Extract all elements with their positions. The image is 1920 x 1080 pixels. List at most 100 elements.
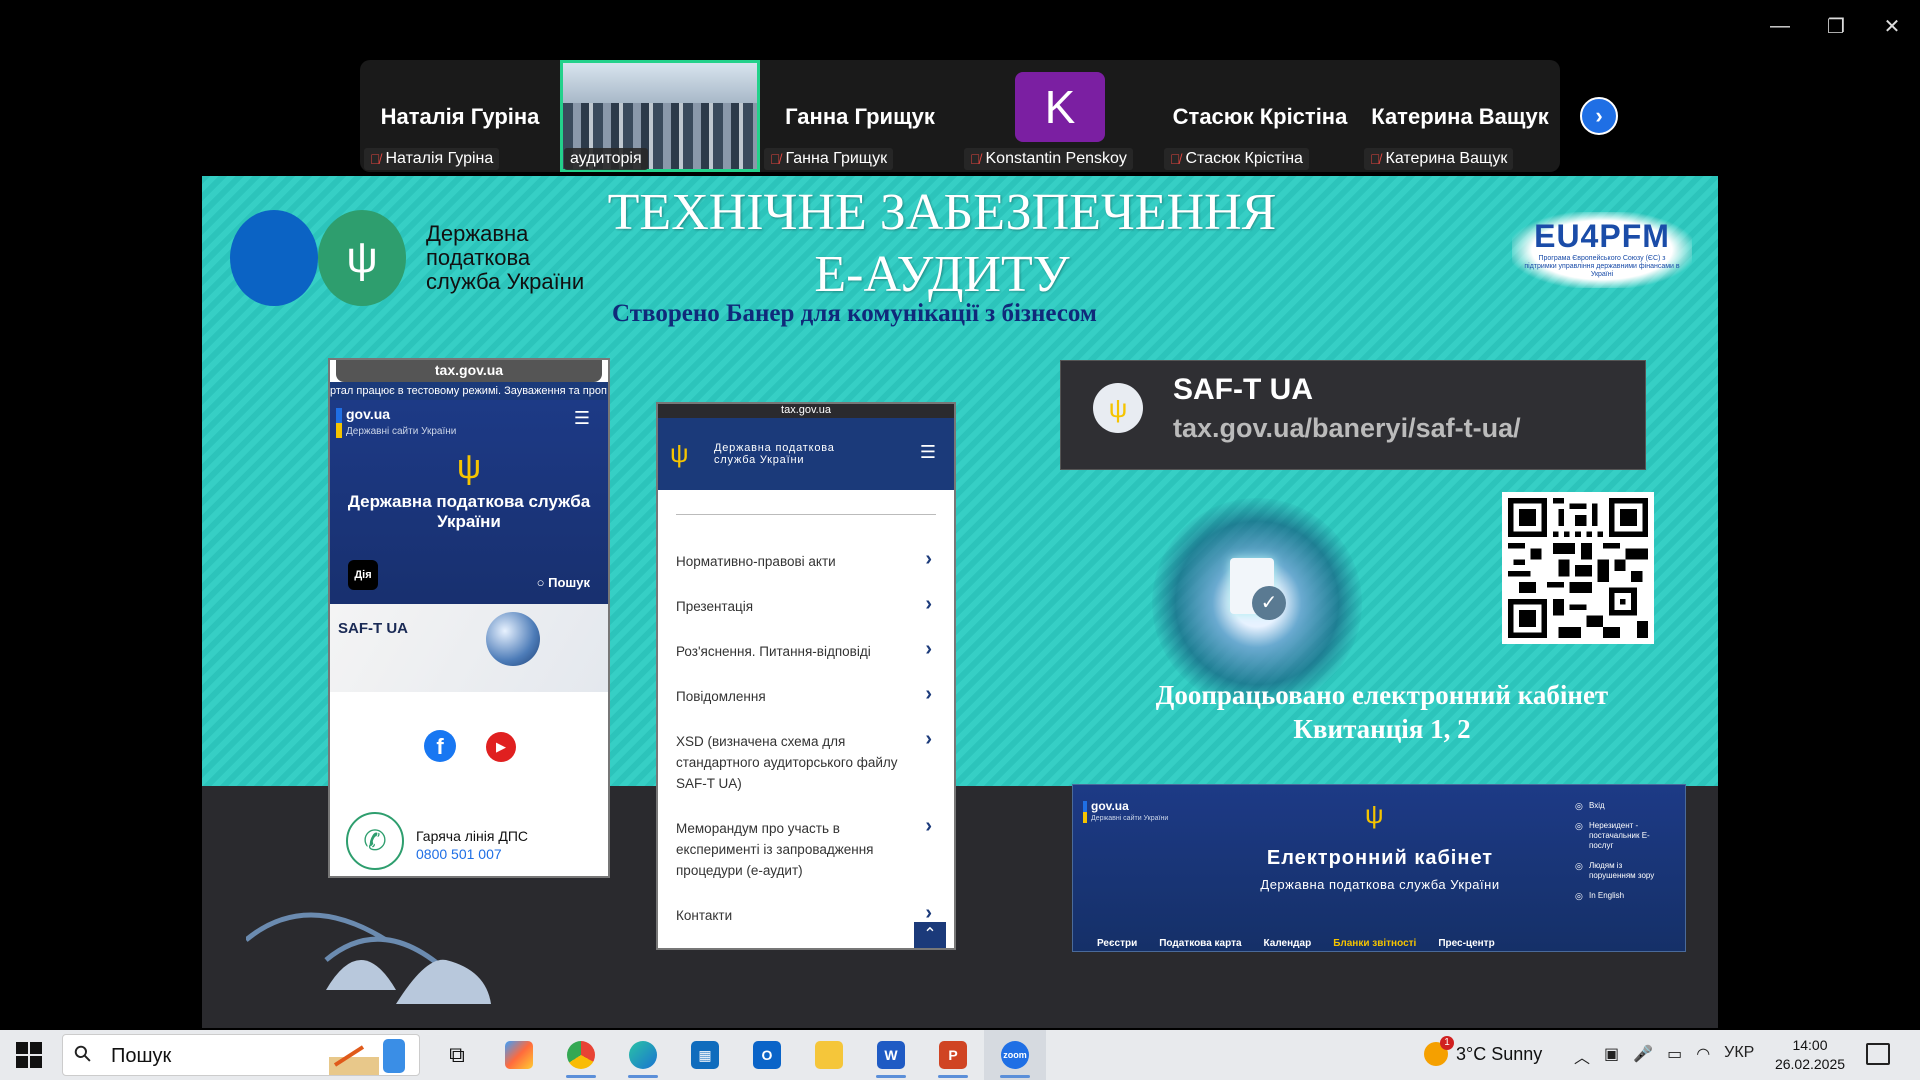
participant-label: 🎙̸ Konstantin Penskoy (964, 148, 1133, 170)
news-ticker: ртал працює в тестовому режимі. Зауважен… (330, 382, 608, 400)
language-indicator[interactable]: УКР (1724, 1044, 1754, 1068)
search-icon: ⚲ (68, 1039, 98, 1069)
chrome-icon[interactable] (550, 1030, 612, 1080)
camera-icon[interactable]: ▣ (1604, 1044, 1619, 1068)
system-tray: ︿ ▣ 🎤 ▭ ◠ УКР (1574, 1044, 1754, 1068)
sun-icon: 1 (1424, 1036, 1454, 1066)
saft-banner-title: SAF-T UA (338, 620, 408, 637)
participant-label: 🎙̸ Ганна Грищук (764, 148, 894, 170)
participant-label: 🎙̸ Стасюк Крістіна (1164, 148, 1309, 170)
slide-title-line: Е-АУДИТУ (814, 246, 1070, 303)
microsoft-store-icon[interactable]: ▦ (674, 1030, 736, 1080)
decorative-arcs (246, 912, 491, 1004)
site-search: ○ Пошук (537, 575, 590, 590)
search-icon: ○ (536, 575, 549, 590)
participants-strip: Наталія Гуріна 🎙̸ Наталія Гуріна аудиторі… (360, 60, 1560, 172)
participant-label-text: Катерина Ващук (1385, 150, 1508, 167)
participant-label-text: Наталія Гуріна (385, 150, 494, 167)
close-icon[interactable]: ✕ (1864, 8, 1920, 44)
cabinet-side-link: In English (1575, 891, 1671, 901)
powerpoint-icon[interactable]: P (922, 1030, 984, 1080)
clock[interactable]: 14:00 26.02.2025 (1774, 1036, 1846, 1074)
participant-tile[interactable]: Наталія Гуріна 🎙̸ Наталія Гуріна (360, 60, 560, 172)
microphone-icon[interactable]: 🎤 (1633, 1044, 1653, 1068)
menu-item: Презентація (676, 594, 936, 617)
taskbar-search-text: Пошук (111, 1045, 172, 1067)
trident-icon: ψ (670, 438, 689, 468)
saft-title: SAF-T UA (1173, 373, 1313, 406)
site-search-label: Пошук (548, 575, 590, 590)
file-explorer-icon[interactable] (798, 1030, 860, 1080)
wifi-icon[interactable]: ◠ (1696, 1044, 1710, 1068)
cabinet-side-links: Вхід Нерезидент - постачальник Е-послуг … (1575, 801, 1671, 911)
clock-time: 14:00 (1792, 1037, 1828, 1053)
zoom-icon[interactable]: zoom (984, 1030, 1046, 1080)
mic-muted-icon: 🎙̸ (1170, 151, 1181, 167)
participant-tile-video[interactable]: аудиторія (560, 60, 760, 172)
next-page-button[interactable]: › (1580, 97, 1618, 135)
qr-code-graphic (1508, 498, 1648, 638)
battery-icon[interactable]: ▭ (1667, 1044, 1682, 1068)
slide-title-line: ТЕХНІЧНЕ ЗАБЕЗПЕЧЕННЯ (607, 184, 1277, 241)
slide-title: ТЕХНІЧНЕ ЗАБЕЗПЕЧЕННЯ Е-АУДИТУ (602, 182, 1282, 306)
participant-tile[interactable]: K 🎙̸ Konstantin Penskoy (960, 60, 1160, 172)
participant-tile[interactable]: Ганна Грищук 🎙̸ Ганна Грищук (760, 60, 960, 172)
globe-icon (486, 612, 540, 666)
logo-line: служба України (426, 269, 585, 294)
saft-banner: SAF-T UA (330, 604, 608, 692)
cabinet-note: Доопрацьовано електронний кабінет Квитан… (1062, 678, 1702, 746)
document-check-illustration: ✓ (1152, 498, 1362, 708)
menu-item: Повідомлення (676, 684, 936, 707)
menu-item: Контакти (676, 903, 936, 926)
cabinet-nav-item: Прес-центр (1438, 938, 1495, 949)
avatar: K (1015, 72, 1105, 142)
participant-name: Катерина Ващук (1371, 104, 1549, 129)
notification-icon[interactable] (1866, 1043, 1890, 1065)
restore-icon[interactable]: ❐ (1808, 8, 1864, 44)
weather-badge: 1 (1440, 1036, 1454, 1050)
diia-icon: Дія (348, 560, 378, 590)
taskbar-search[interactable]: ⚲ Пошук (62, 1034, 420, 1076)
saft-link-box: ψ SAF-T UA tax.gov.ua/baneryi/saf-t-ua/ (1060, 360, 1646, 470)
eu-logo-caption: Програма Європейського Союзу (ЄС) з підт… (1524, 255, 1680, 278)
cabinet-side-link: Вхід (1575, 801, 1671, 811)
trident-icon: ψ (318, 210, 406, 306)
outlook-icon[interactable]: O (736, 1030, 798, 1080)
cabinet-nav: Реєстри Податкова карта Календар Бланки … (1097, 938, 1495, 949)
browser-url: tax.gov.ua (658, 404, 954, 418)
gov-logo: gov.ua (346, 406, 391, 422)
copilot-icon[interactable] (488, 1030, 550, 1080)
cabinet-note-line: Доопрацьовано електронний кабінет (1155, 680, 1609, 710)
windows-start-button[interactable] (16, 1042, 42, 1068)
chevron-up-icon[interactable]: ︿ (1574, 1044, 1590, 1068)
weather-widget[interactable]: 1 3°C Sunny (1424, 1036, 1542, 1066)
participant-name: Стасюк Крістіна (1172, 104, 1348, 129)
mic-muted-icon: 🎙̸ (370, 151, 381, 167)
logo-circle-blue (230, 210, 318, 306)
menu-item: Меморандум про участь в експерименті із … (676, 816, 936, 881)
agency-name-line: служба України (714, 454, 805, 466)
eu-logo-text: EU4PFM (1534, 218, 1670, 254)
window-controls: — ❐ ✕ (1752, 8, 1920, 44)
logo-line: Державна (426, 221, 529, 246)
participant-name: Ганна Грищук (785, 104, 935, 129)
participant-name: Наталія Гуріна (380, 104, 540, 129)
mic-muted-icon: 🎙̸ (770, 151, 781, 167)
word-icon[interactable]: W (860, 1030, 922, 1080)
participant-label-text: Konstantin Penskoy (985, 150, 1127, 167)
trident-icon: ψ (456, 448, 482, 486)
cabinet-nav-item: Календар (1263, 938, 1312, 949)
agency-name-line: Державна податкова (714, 442, 835, 454)
hotline: ✆ Гаряча лінія ДПС 0800 501 007 (346, 812, 606, 876)
task-view-icon[interactable]: ⧉ (426, 1030, 488, 1080)
cabinet-side-link: Людям із порушенням зору (1575, 861, 1671, 881)
edge-icon[interactable] (612, 1030, 674, 1080)
minimize-icon[interactable]: — (1752, 8, 1808, 44)
hotline-label: Гаряча лінія ДПС (416, 828, 529, 844)
participant-label-text: аудиторія (570, 150, 642, 167)
participant-tile[interactable]: Катерина Ващук 🎙̸ Катерина Ващук (1360, 60, 1560, 172)
zoom-window: — ❐ ✕ Наталія Гуріна 🎙̸ Наталія Гуріна ау… (0, 0, 1920, 1080)
agency-name: Державна податкова служба України (714, 442, 835, 466)
shared-slide: ψ Державна податкова служба України ТЕХН… (202, 176, 1718, 1028)
participant-tile[interactable]: Стасюк Крістіна 🎙̸ Стасюк Крістіна (1160, 60, 1360, 172)
